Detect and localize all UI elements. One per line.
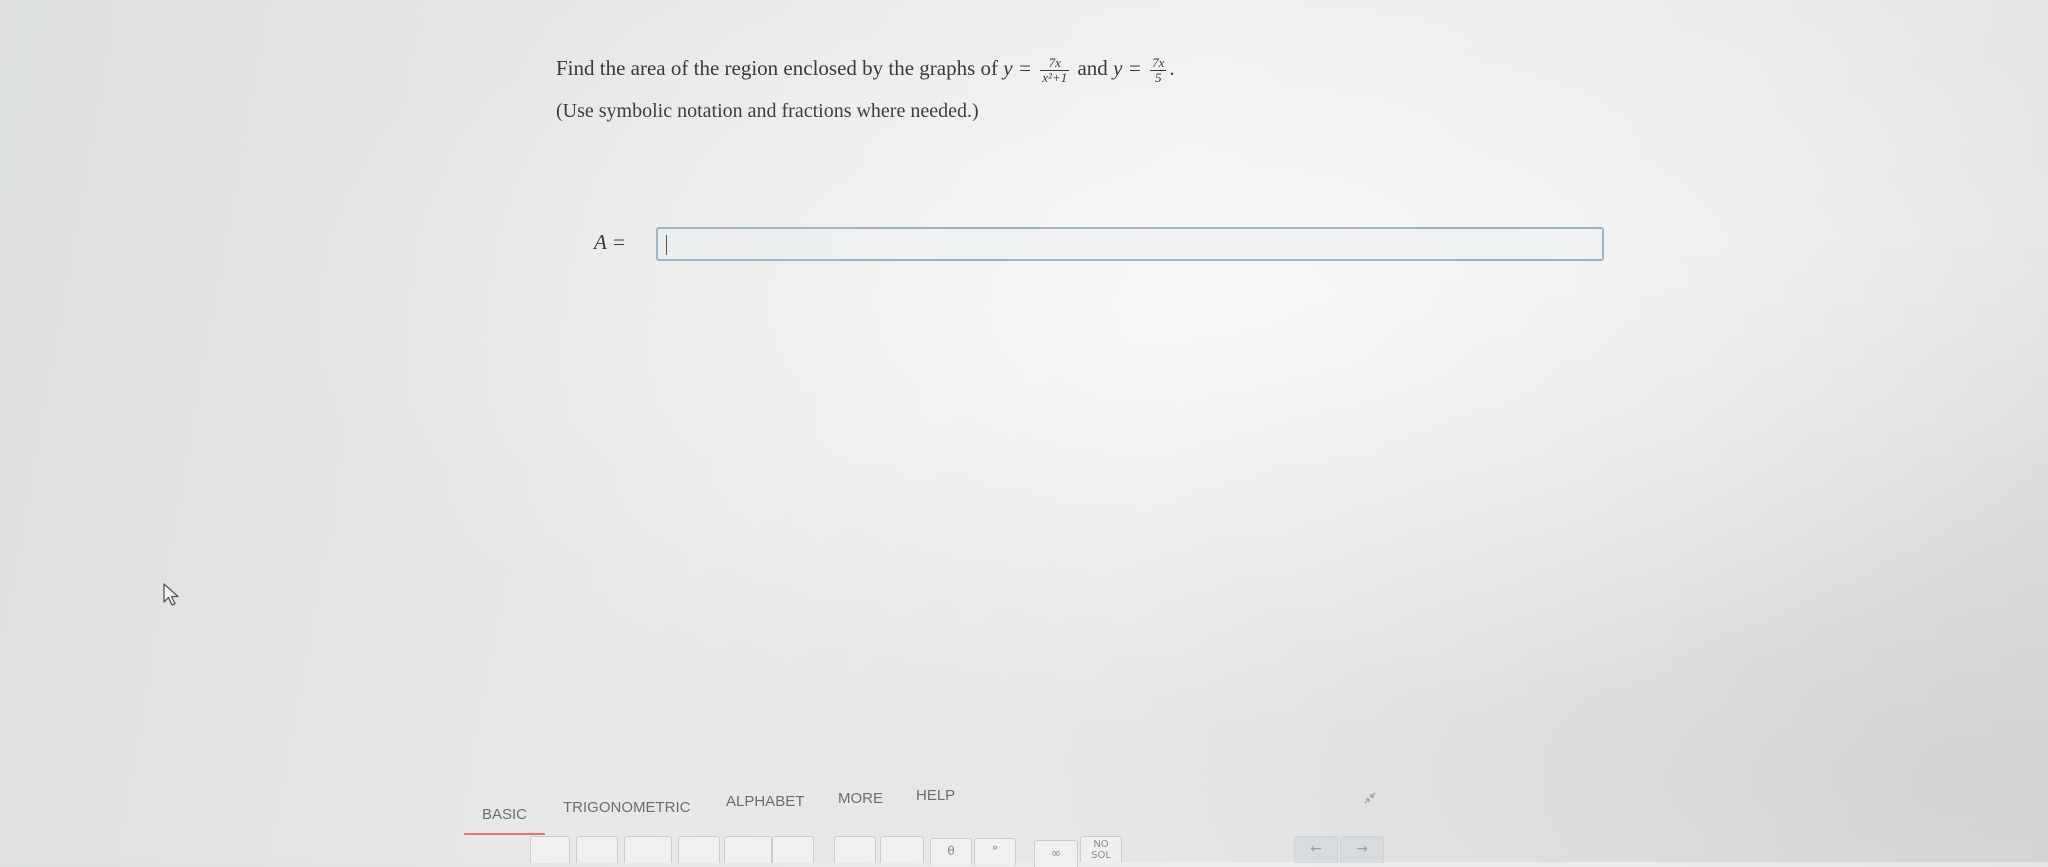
no-solution-key[interactable]: NO SOL bbox=[1080, 836, 1122, 862]
tab-trigonometric[interactable]: TRIGONOMETRIC bbox=[563, 793, 691, 826]
answer-input[interactable] bbox=[656, 227, 1604, 261]
equation-1-denominator: x²+1 bbox=[1042, 69, 1068, 85]
no-solution-key-line1: NO bbox=[1093, 839, 1109, 850]
tab-help[interactable]: HELP bbox=[916, 781, 955, 814]
keypad-key[interactable] bbox=[772, 836, 814, 863]
collapse-keyboard-icon[interactable] bbox=[1362, 790, 1378, 806]
equation-2-denominator: 5 bbox=[1154, 69, 1162, 85]
keypad-key[interactable] bbox=[530, 836, 570, 863]
answer-label: A = bbox=[594, 230, 626, 254]
collapse-arrows-icon bbox=[1364, 792, 1376, 804]
equation-2-fraction: 7x 5 bbox=[1150, 54, 1167, 85]
keypad-key[interactable] bbox=[834, 836, 876, 863]
degree-key[interactable]: ° bbox=[974, 838, 1016, 865]
right-arrow-key[interactable]: → bbox=[1340, 836, 1384, 863]
keypad-key[interactable] bbox=[724, 836, 772, 863]
tab-basic[interactable]: BASIC bbox=[464, 800, 546, 835]
text-caret bbox=[666, 235, 667, 255]
question-prefix: Find the area of the region enclosed by … bbox=[556, 56, 999, 80]
question-text: Find the area of the region enclosed by … bbox=[556, 50, 1175, 86]
theta-key[interactable]: θ bbox=[930, 838, 972, 865]
math-keypad: θ ° ∞ NO SOL ← → bbox=[0, 836, 2048, 867]
equation-2-lhs: y = bbox=[1113, 56, 1142, 80]
question-connector: and bbox=[1077, 56, 1108, 80]
screen-glare bbox=[0, 0, 2048, 862]
no-solution-key-line2: SOL bbox=[1091, 850, 1111, 861]
question-hint: (Use symbolic notation and fractions whe… bbox=[556, 100, 979, 122]
keypad-key[interactable] bbox=[880, 836, 924, 863]
equation-2-numerator: 7x bbox=[1150, 54, 1167, 71]
tab-more[interactable]: MORE bbox=[838, 784, 883, 817]
question-end: . bbox=[1169, 56, 1175, 80]
equation-1-numerator: 7x bbox=[1040, 55, 1070, 71]
mouse-pointer-icon bbox=[163, 583, 179, 606]
tab-alphabet[interactable]: ALPHABET bbox=[726, 787, 804, 820]
keypad-key[interactable] bbox=[576, 836, 618, 863]
equation-1-lhs: y = bbox=[1003, 56, 1033, 80]
keypad-key[interactable] bbox=[624, 836, 672, 863]
left-arrow-key[interactable]: ← bbox=[1294, 836, 1338, 863]
keypad-key[interactable] bbox=[678, 836, 720, 863]
equation-1-fraction: 7x x²+1 bbox=[1040, 55, 1070, 85]
infinity-key[interactable]: ∞ bbox=[1034, 840, 1078, 867]
